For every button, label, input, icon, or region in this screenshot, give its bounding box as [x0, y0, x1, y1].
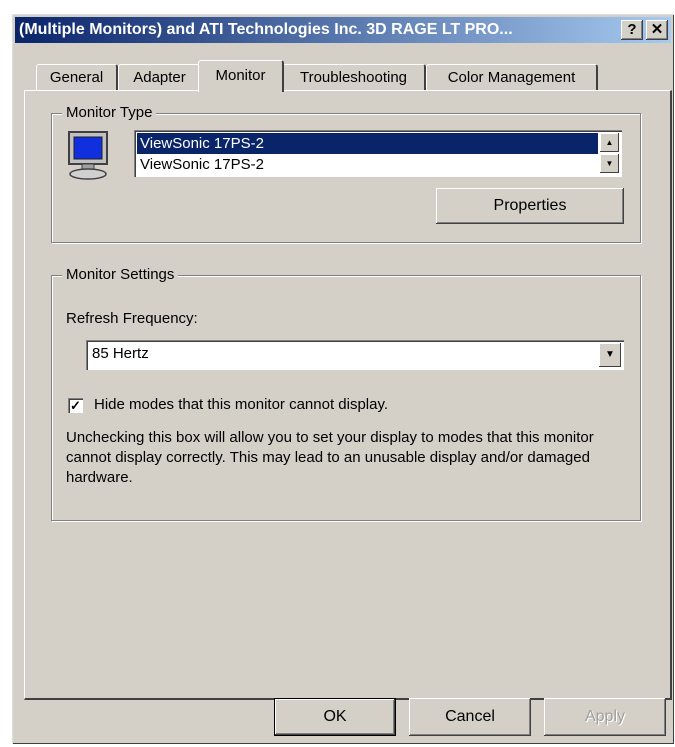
refresh-frequency-select[interactable]: 85 Hertz ▼	[86, 340, 624, 370]
ok-button[interactable]: OK	[274, 698, 396, 736]
hide-modes-checkbox[interactable]: ✓	[68, 398, 83, 413]
help-button[interactable]: ?	[621, 20, 643, 40]
tab-troubleshooting[interactable]: Troubleshooting	[282, 64, 426, 90]
refresh-frequency-label: Refresh Frequency:	[66, 310, 198, 327]
monitor-type-label: Monitor Type	[62, 104, 157, 121]
title-bar[interactable]: (Multiple Monitors) and ATI Technologies…	[15, 17, 671, 43]
hide-modes-description: Unchecking this box will allow you to se…	[66, 429, 594, 486]
properties-button[interactable]: Properties	[436, 188, 624, 224]
apply-button[interactable]: Apply	[544, 698, 666, 736]
cancel-button[interactable]: Cancel	[409, 698, 531, 736]
monitor-settings-group: Monitor Settings Refresh Frequency: 85 H…	[51, 266, 641, 521]
chevron-down-icon[interactable]: ▼	[599, 343, 621, 367]
list-item[interactable]: ViewSonic 17PS-2	[137, 154, 598, 175]
monitor-type-group: Monitor Type ViewSonic 17PS-2 ViewSonic …	[51, 104, 641, 243]
monitor-settings-label: Monitor Settings	[62, 266, 179, 283]
scroll-up-icon[interactable]: ▲	[600, 133, 619, 152]
monitor-type-list[interactable]: ViewSonic 17PS-2 ViewSonic 17PS-2 ▲ ▼	[134, 130, 622, 177]
monitor-tab-panel: Monitor Type ViewSonic 17PS-2 ViewSonic …	[24, 90, 672, 700]
tab-general[interactable]: General	[36, 64, 118, 90]
scroll-down-icon[interactable]: ▼	[600, 154, 619, 173]
refresh-frequency-value: 85 Hertz	[92, 345, 149, 362]
monitor-icon	[66, 130, 112, 182]
tab-color-management[interactable]: Color Management	[426, 64, 598, 90]
tab-monitor[interactable]: Monitor	[198, 60, 284, 92]
list-item[interactable]: ViewSonic 17PS-2	[137, 133, 598, 154]
close-button[interactable]: ✕	[646, 20, 668, 40]
tab-adapter[interactable]: Adapter	[118, 64, 202, 90]
hide-modes-label[interactable]: Hide modes that this monitor cannot disp…	[94, 396, 388, 413]
window-title: (Multiple Monitors) and ATI Technologies…	[19, 21, 513, 38]
display-properties-dialog: (Multiple Monitors) and ATI Technologies…	[12, 14, 674, 744]
